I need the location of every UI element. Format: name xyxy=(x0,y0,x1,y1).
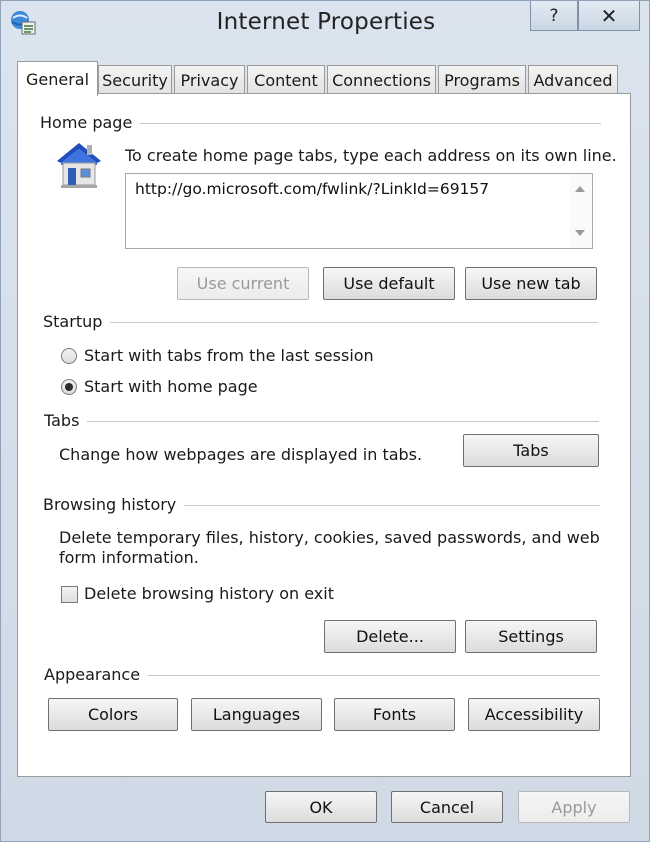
title-bar: Internet Properties ? ✕ xyxy=(1,1,650,53)
tab-general[interactable]: General xyxy=(17,61,98,96)
home-page-section-title: Home page xyxy=(40,113,141,132)
cancel-button[interactable]: Cancel xyxy=(391,791,503,823)
use-new-tab-button[interactable]: Use new tab xyxy=(465,267,597,300)
home-page-divider xyxy=(133,123,601,124)
help-button[interactable]: ? xyxy=(530,1,578,31)
startup-section-title: Startup xyxy=(43,312,111,331)
ok-button[interactable]: OK xyxy=(265,791,377,823)
startup-home-page-radio[interactable] xyxy=(61,379,77,395)
tabs-button[interactable]: Tabs xyxy=(463,434,599,467)
scroll-up-icon[interactable] xyxy=(575,186,585,192)
languages-button[interactable]: Languages xyxy=(191,698,322,731)
tabs-description: Change how webpages are displayed in tab… xyxy=(59,445,423,464)
tab-security[interactable]: Security xyxy=(98,65,172,94)
scroll-down-icon[interactable] xyxy=(575,230,585,236)
home-page-url-value: http://go.microsoft.com/fwlink/?LinkId=6… xyxy=(135,180,490,198)
startup-divider xyxy=(106,322,598,323)
url-scrollbar[interactable] xyxy=(570,174,592,248)
appearance-divider xyxy=(144,675,600,676)
apply-button[interactable]: Apply xyxy=(518,791,630,823)
delete-on-exit-label[interactable]: Delete browsing history on exit xyxy=(84,584,334,603)
internet-properties-window: Internet Properties ? ✕ General Security… xyxy=(0,0,650,842)
accessibility-button[interactable]: Accessibility xyxy=(468,698,600,731)
help-icon: ? xyxy=(549,5,559,26)
close-button[interactable]: ✕ xyxy=(578,1,640,31)
delete-on-exit-checkbox[interactable] xyxy=(61,586,78,603)
home-page-instruction: To create home page tabs, type each addr… xyxy=(125,146,617,165)
tab-advanced[interactable]: Advanced xyxy=(528,65,618,94)
tab-privacy[interactable]: Privacy xyxy=(174,65,245,94)
settings-button[interactable]: Settings xyxy=(465,620,597,653)
tab-programs[interactable]: Programs xyxy=(438,65,526,94)
tabs-section-title: Tabs xyxy=(44,411,88,430)
home-page-url-input[interactable]: http://go.microsoft.com/fwlink/?LinkId=6… xyxy=(125,173,593,249)
browsing-history-section-title: Browsing history xyxy=(43,495,185,514)
fonts-button[interactable]: Fonts xyxy=(334,698,455,731)
delete-button[interactable]: Delete... xyxy=(324,620,456,653)
browsing-history-description-line2: form information. xyxy=(59,548,199,567)
startup-home-page-label[interactable]: Start with home page xyxy=(84,377,258,396)
house-icon xyxy=(57,143,101,188)
tab-strip: General Security Privacy Content Connect… xyxy=(17,61,637,96)
close-icon: ✕ xyxy=(600,3,618,28)
tab-content[interactable]: Content xyxy=(247,65,325,94)
appearance-section-title: Appearance xyxy=(44,665,149,684)
tab-connections[interactable]: Connections xyxy=(327,65,436,94)
tabs-divider xyxy=(87,421,599,422)
startup-last-session-label[interactable]: Start with tabs from the last session xyxy=(84,346,374,365)
startup-last-session-radio[interactable] xyxy=(61,348,77,364)
use-default-button[interactable]: Use default xyxy=(323,267,455,300)
browsing-history-divider xyxy=(176,505,600,506)
browsing-history-description-line1: Delete temporary files, history, cookies… xyxy=(59,528,600,547)
use-current-button[interactable]: Use current xyxy=(177,267,309,300)
colors-button[interactable]: Colors xyxy=(48,698,178,731)
